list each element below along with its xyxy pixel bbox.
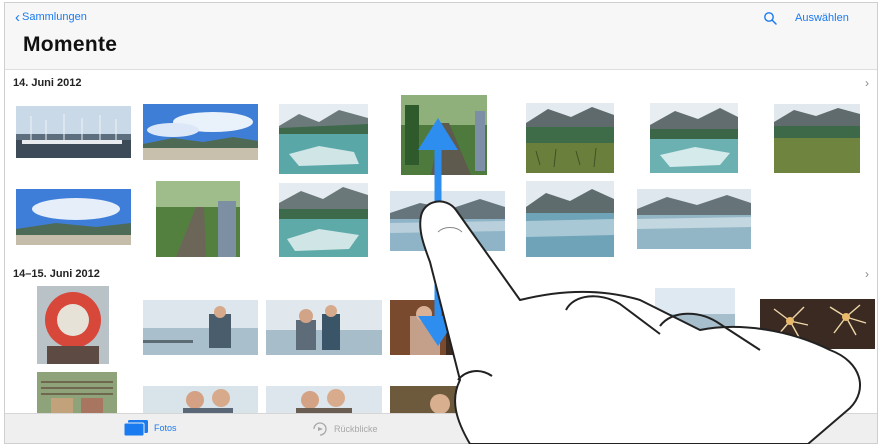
photo-thumbnail[interactable] <box>526 103 614 173</box>
search-icon[interactable] <box>763 11 777 25</box>
photo-thumbnail[interactable] <box>143 104 258 160</box>
section-header-date: 14–15. Juni 2012 <box>13 268 100 280</box>
tab-label: Rückblicke <box>334 424 378 434</box>
chevron-left-icon: ‹ <box>15 8 20 26</box>
photo-thumbnail[interactable] <box>774 104 860 173</box>
back-button[interactable]: ‹ Sammlungen <box>15 8 87 26</box>
photo-thumbnail[interactable] <box>37 372 117 416</box>
select-button[interactable]: Auswählen <box>795 12 849 24</box>
section-chevron-icon[interactable]: › <box>865 267 869 281</box>
section-header-date: 14. Juni 2012 <box>13 77 82 89</box>
photo-thumbnail[interactable] <box>401 95 487 175</box>
photo-thumbnail[interactable] <box>266 300 382 355</box>
tab-label: Fotos <box>154 423 177 433</box>
photo-thumbnail[interactable] <box>143 300 258 355</box>
photo-thumbnail[interactable] <box>637 189 751 249</box>
section-chevron-icon[interactable]: › <box>865 76 869 90</box>
photo-thumbnail[interactable] <box>143 386 258 416</box>
navigation-bar: ‹ Sammlungen Auswählen Momente <box>5 3 877 69</box>
photo-thumbnail[interactable] <box>390 191 505 251</box>
photo-thumbnail[interactable] <box>279 183 368 257</box>
photo-thumbnail[interactable] <box>760 299 875 349</box>
photo-thumbnail[interactable] <box>650 103 738 173</box>
tab-bar: Fotos Rückblicke <box>5 413 877 443</box>
photos-app-window: ‹ Sammlungen Auswählen Momente 14. Juni … <box>4 2 878 444</box>
tab-memories[interactable]: Rückblicke <box>311 420 378 438</box>
photo-thumbnail[interactable] <box>390 386 476 416</box>
divider <box>5 69 877 70</box>
photo-thumbnail[interactable] <box>390 300 476 355</box>
photo-thumbnail[interactable] <box>526 181 614 257</box>
back-button-label: Sammlungen <box>22 11 87 23</box>
photo-thumbnail[interactable] <box>266 386 382 416</box>
photo-thumbnail[interactable] <box>16 106 131 158</box>
photo-thumbnail[interactable] <box>560 299 590 339</box>
photo-thumbnail[interactable] <box>16 189 131 245</box>
memories-icon <box>313 422 327 436</box>
page-title: Momente <box>23 33 118 56</box>
photo-thumbnail[interactable] <box>37 286 109 364</box>
photo-thumbnail[interactable] <box>156 181 240 257</box>
photo-thumbnail[interactable] <box>655 288 735 332</box>
photo-thumbnail[interactable] <box>279 104 368 174</box>
photos-icon <box>123 420 148 436</box>
tab-photos[interactable]: Fotos <box>123 420 177 436</box>
